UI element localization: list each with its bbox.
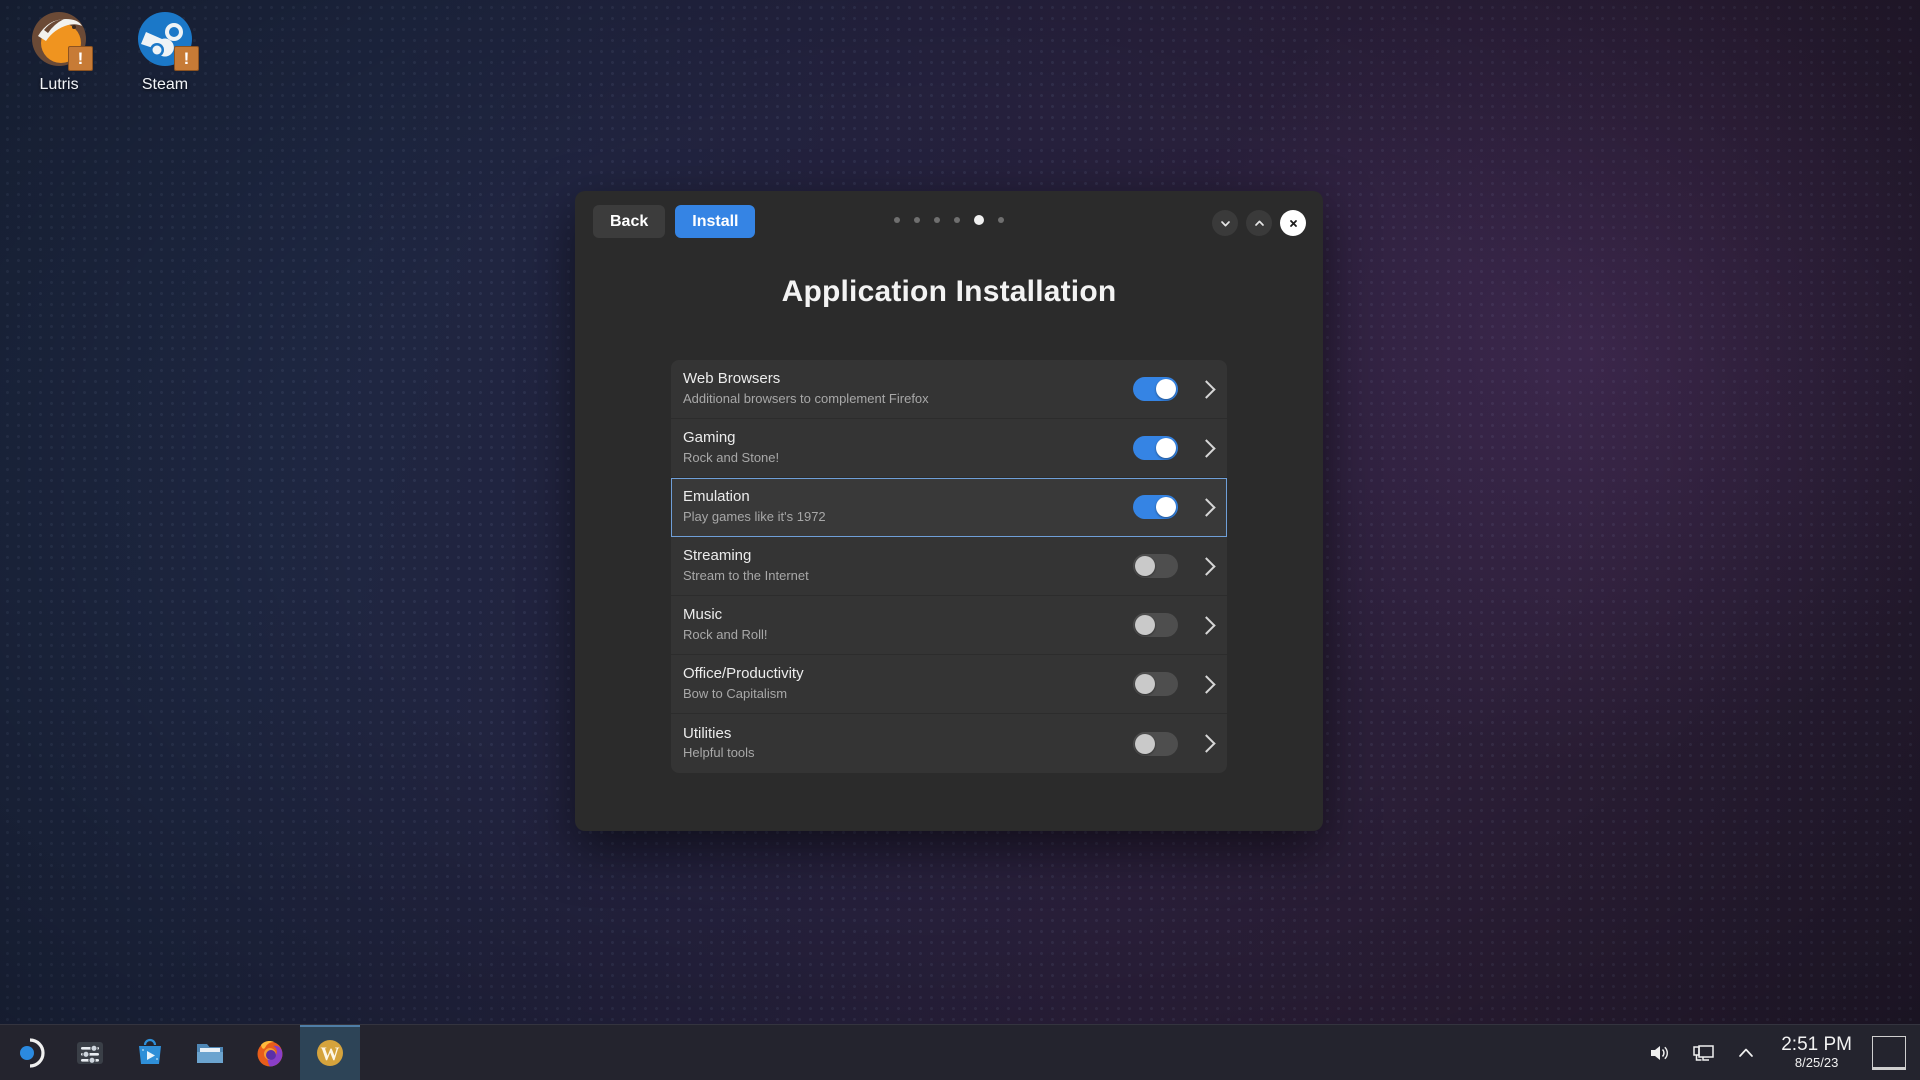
- category-text: Office/Productivity Bow to Capitalism: [683, 665, 1133, 703]
- pagination-dot: [974, 215, 984, 225]
- lutris-icon: !: [30, 10, 93, 71]
- category-list: Web Browsers Additional browsers to compl…: [671, 360, 1227, 773]
- category-description: Bow to Capitalism: [683, 685, 788, 701]
- installer-icon[interactable]: W: [300, 1024, 360, 1080]
- category-text: Web Browsers Additional browsers to compl…: [683, 370, 1133, 408]
- warning-badge: !: [174, 46, 199, 71]
- category-toggle[interactable]: [1133, 613, 1178, 637]
- firefox-icon[interactable]: [240, 1025, 300, 1080]
- show-desktop-button[interactable]: [1872, 1035, 1906, 1070]
- toggle-knob: [1135, 674, 1155, 694]
- category-description: Stream to the Internet: [683, 567, 809, 583]
- category-toggle[interactable]: [1133, 436, 1178, 460]
- chevron-right-icon[interactable]: [1197, 615, 1216, 635]
- category-toggle[interactable]: [1133, 377, 1178, 401]
- toggle-knob: [1135, 615, 1155, 635]
- category-name: Gaming: [683, 429, 736, 447]
- app-launcher-icon[interactable]: [0, 1025, 60, 1080]
- category-row[interactable]: Emulation Play games like it's 1972: [671, 478, 1227, 537]
- desktop[interactable]: ! Lutris ! Steam Back Install Applicatio…: [0, 0, 1920, 1080]
- category-description: Rock and Stone!: [683, 449, 780, 465]
- warning-badge: !: [68, 46, 93, 71]
- toggle-knob: [1156, 497, 1176, 517]
- category-name: Office/Productivity: [683, 665, 804, 683]
- category-row[interactable]: Streaming Stream to the Internet: [671, 537, 1227, 596]
- maximize-icon[interactable]: [1246, 210, 1272, 236]
- category-row[interactable]: Gaming Rock and Stone!: [671, 419, 1227, 478]
- category-name: Emulation: [683, 488, 750, 506]
- steam-icon: !: [136, 10, 199, 71]
- chevron-right-icon[interactable]: [1197, 438, 1216, 458]
- pagination-dot: [894, 217, 900, 223]
- install-button[interactable]: Install: [675, 205, 756, 238]
- minimize-icon[interactable]: [1212, 210, 1238, 236]
- category-name: Web Browsers: [683, 370, 781, 388]
- window-controls: [1212, 210, 1306, 236]
- application-installation-dialog: Back Install Application Installation We…: [575, 191, 1323, 831]
- clock-date: 8/25/23: [1794, 1054, 1839, 1070]
- page-title: Application Installation: [781, 275, 1117, 308]
- category-text: Emulation Play games like it's 1972: [683, 488, 1133, 526]
- pagination-dot: [954, 217, 960, 223]
- software-store-icon[interactable]: [120, 1025, 180, 1080]
- chevron-right-icon[interactable]: [1197, 674, 1216, 694]
- pagination-dot: [934, 217, 940, 223]
- volume-icon[interactable]: [1637, 1025, 1681, 1080]
- desktop-icon-lutris[interactable]: ! Lutris: [4, 10, 114, 94]
- desktop-icon-label: Lutris: [39, 76, 79, 93]
- chevron-right-icon[interactable]: [1197, 734, 1216, 753]
- pagination-dot: [998, 217, 1004, 223]
- pagination-dot: [914, 217, 920, 223]
- clock[interactable]: 2:51 PM 8/25/23: [1767, 1035, 1866, 1070]
- toggle-knob: [1135, 733, 1155, 754]
- toggle-knob: [1135, 556, 1155, 576]
- category-row[interactable]: Office/Productivity Bow to Capitalism: [671, 655, 1227, 714]
- category-text: Music Rock and Roll!: [683, 606, 1133, 644]
- category-row[interactable]: Utilities Helpful tools: [671, 714, 1227, 773]
- category-description: Helpful tools: [683, 745, 755, 761]
- category-description: Rock and Roll!: [683, 626, 768, 642]
- category-toggle[interactable]: [1133, 731, 1178, 756]
- display-icon[interactable]: [1681, 1025, 1725, 1080]
- svg-text:W: W: [321, 1044, 340, 1065]
- category-text: Utilities Helpful tools: [683, 725, 1133, 763]
- chevron-right-icon[interactable]: [1197, 497, 1216, 517]
- file-manager-icon[interactable]: [180, 1025, 240, 1080]
- category-name: Music: [683, 606, 723, 624]
- settings-icon[interactable]: [60, 1025, 120, 1080]
- category-text: Gaming Rock and Stone!: [683, 429, 1133, 467]
- desktop-icon-steam[interactable]: ! Steam: [110, 10, 220, 94]
- chevron-up-icon[interactable]: [1725, 1025, 1767, 1080]
- category-row[interactable]: Web Browsers Additional browsers to compl…: [671, 360, 1227, 419]
- close-icon[interactable]: [1280, 210, 1306, 236]
- category-text: Streaming Stream to the Internet: [683, 547, 1133, 585]
- toggle-knob: [1156, 379, 1176, 399]
- chevron-right-icon[interactable]: [1197, 556, 1216, 576]
- chevron-right-icon[interactable]: [1197, 379, 1216, 399]
- back-button[interactable]: Back: [593, 205, 666, 238]
- category-name: Streaming: [683, 547, 752, 565]
- category-row[interactable]: Music Rock and Roll!: [671, 596, 1227, 655]
- category-toggle[interactable]: [1133, 672, 1178, 696]
- system-tray: 2:51 PM 8/25/23: [1637, 1025, 1920, 1080]
- dialog-titlebar: Back Install: [575, 191, 1323, 253]
- category-toggle[interactable]: [1133, 495, 1178, 519]
- taskbar-apps: W: [0, 1024, 360, 1080]
- taskbar: W 2:51 PM 8/25/23: [0, 1024, 1920, 1080]
- category-toggle[interactable]: [1133, 554, 1178, 578]
- desktop-icon-label: Steam: [141, 76, 189, 93]
- category-description: Play games like it's 1972: [683, 508, 826, 524]
- category-description: Additional browsers to complement Firefo…: [683, 390, 929, 406]
- clock-time: 2:51 PM: [1781, 1034, 1852, 1056]
- category-name: Utilities: [683, 724, 732, 742]
- toggle-knob: [1156, 438, 1176, 458]
